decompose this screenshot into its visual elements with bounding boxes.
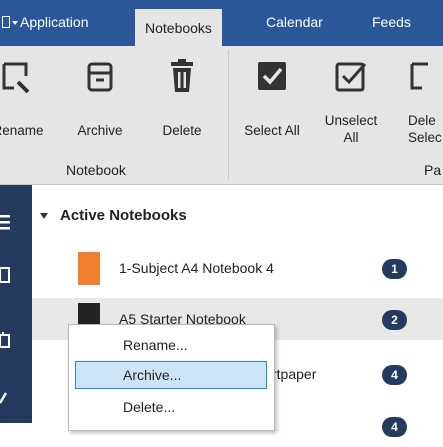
unselect-label-line2: All: [343, 130, 359, 145]
calendar-icon[interactable]: [0, 330, 22, 352]
menu-item-archive[interactable]: Archive...: [75, 361, 267, 389]
section-header-active-notebooks[interactable]: Active Notebooks: [60, 207, 187, 224]
application-menu-icon: [2, 16, 10, 28]
collapse-caret-icon[interactable]: [40, 213, 48, 219]
context-menu: Rename... Archive... Delete...: [68, 324, 275, 431]
select-all-button[interactable]: Select All: [232, 46, 312, 166]
rename-button[interactable]: Rename: [0, 46, 48, 166]
delete-selected-icon: [410, 62, 428, 90]
ribbon-tab-bar: Application Notebooks Calendar Feeds: [0, 0, 443, 47]
page-count-badge: 4: [382, 417, 407, 437]
dropdown-caret-icon: [12, 21, 18, 25]
delete-selected-button[interactable]: Dele Selec: [398, 46, 443, 166]
delete-selected-label-line2: Selec: [408, 130, 442, 145]
tab-feeds[interactable]: Feeds: [372, 14, 411, 30]
group-label-notebook: Notebook: [66, 162, 126, 178]
notebook-cover-swatch: [78, 252, 100, 285]
delete-selected-label-line1: Dele: [408, 113, 436, 128]
group-label-page: Pa: [424, 162, 442, 178]
checkbox-outline-icon: [335, 62, 367, 92]
archive-icon: [87, 62, 113, 92]
feed-icon[interactable]: [0, 389, 22, 411]
tab-notebooks[interactable]: Notebooks: [135, 9, 222, 47]
page-count-badge: 2: [382, 310, 407, 330]
unselect-all-button[interactable]: Unselect All: [312, 46, 390, 166]
archive-button[interactable]: Archive: [64, 46, 136, 166]
menu-item-delete[interactable]: Delete...: [75, 393, 267, 421]
checkbox-checked-icon: [258, 62, 286, 90]
rename-icon: [2, 62, 30, 94]
notebook-icon[interactable]: [0, 265, 22, 287]
list-item[interactable]: 1-Subject A4 Notebook 4 1: [32, 247, 443, 289]
notebook-name: 1-Subject A4 Notebook 4: [119, 260, 274, 276]
page-count-badge: 4: [382, 365, 407, 385]
menu-item-rename[interactable]: Rename...: [75, 331, 267, 359]
navigation-rail: [0, 185, 32, 423]
unselect-label-line1: Unselect: [324, 113, 378, 128]
ribbon: Rename Archive Delete Select All: [0, 46, 443, 184]
tab-application[interactable]: Application: [2, 14, 89, 30]
ribbon-group-separator: [228, 50, 229, 180]
page-count-badge: 1: [382, 259, 407, 279]
notebook-name: rtpaper: [272, 366, 317, 382]
delete-button[interactable]: Delete: [146, 46, 218, 166]
tab-calendar[interactable]: Calendar: [266, 14, 323, 30]
trash-icon: [171, 59, 193, 92]
menu-icon[interactable]: [0, 211, 22, 233]
